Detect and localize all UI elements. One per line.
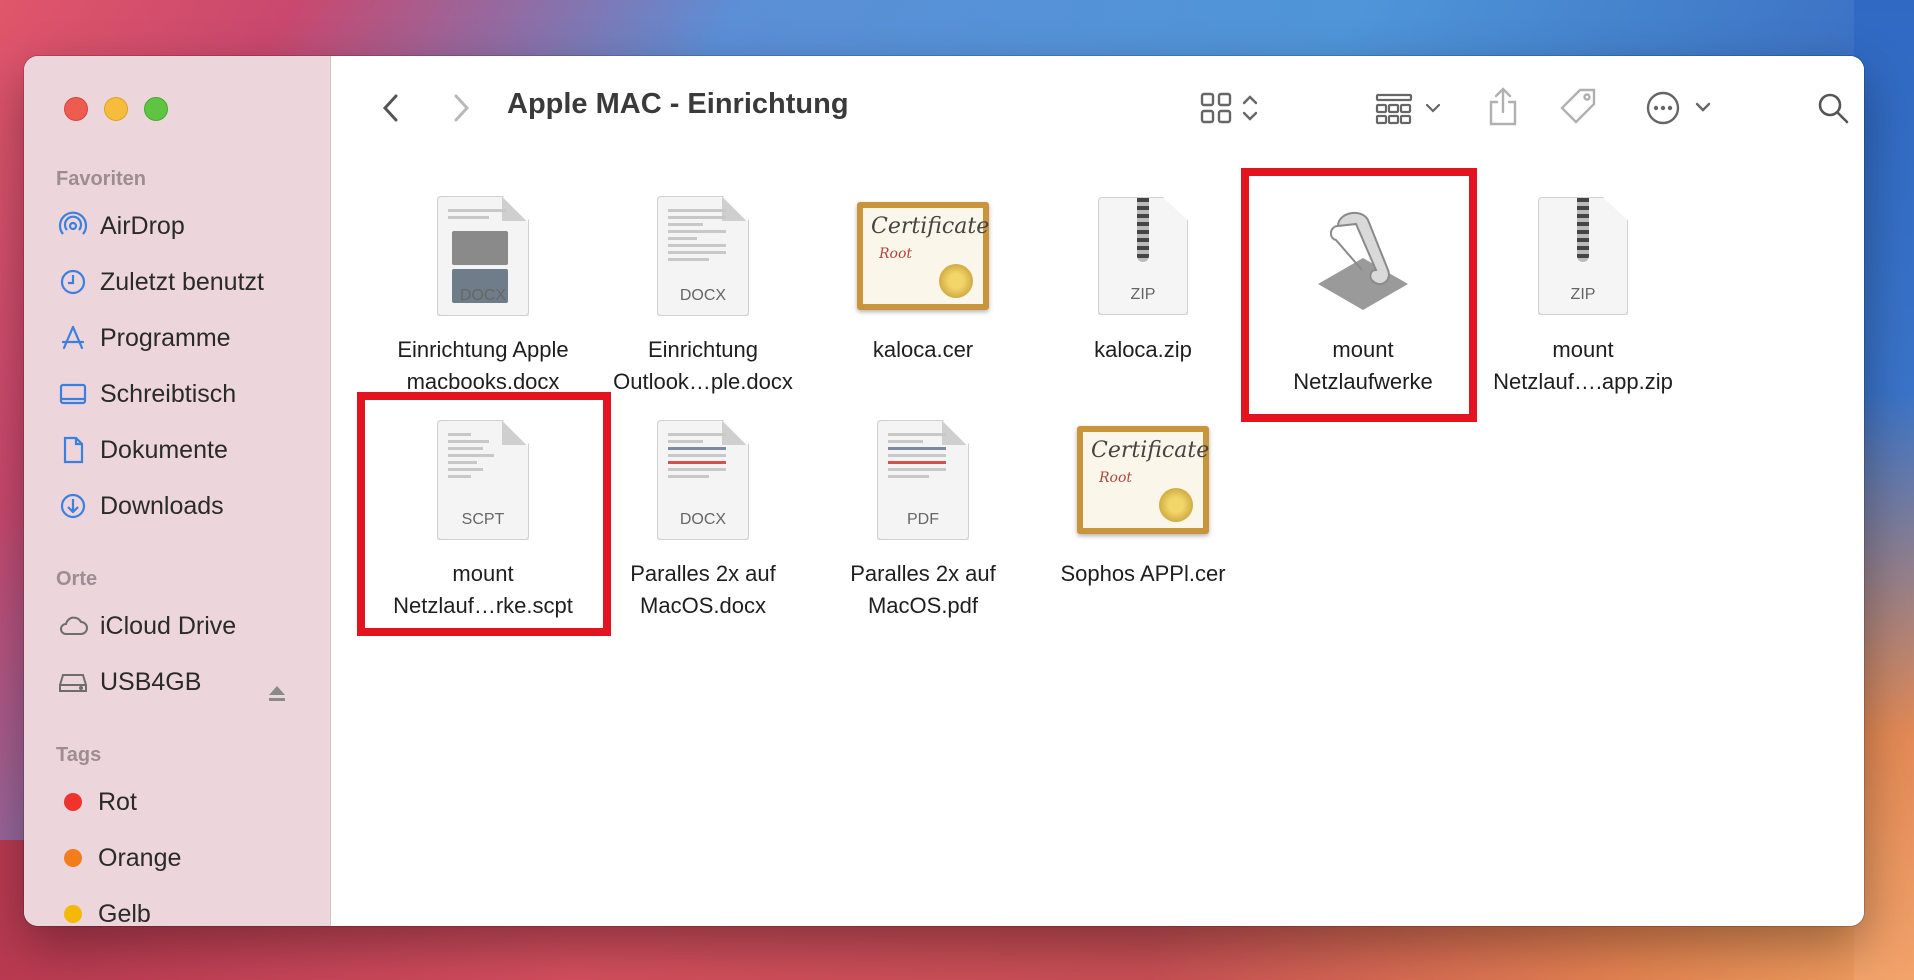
file-name: Einrichtung	[647, 337, 759, 362]
highlight-box-app	[1241, 168, 1477, 422]
sidebar-tag-yellow[interactable]: Gelb	[56, 894, 326, 926]
sidebar: Favoriten AirDrop Zuletzt benutzt Progra…	[24, 56, 331, 926]
zip-archive-icon: ZIP	[1538, 197, 1628, 315]
tags-section-title: Tags	[56, 744, 102, 766]
minimize-window-button[interactable]	[104, 97, 128, 121]
airdrop-icon	[56, 209, 90, 243]
highlight-box-script	[357, 392, 611, 636]
group-button[interactable]	[1371, 86, 1451, 130]
pdf-file-icon: PDF	[877, 420, 969, 540]
sidebar-item-icloud[interactable]: iCloud Drive	[56, 606, 326, 646]
sidebar-item-label: AirDrop	[100, 211, 185, 240]
sidebar-item-label: Rot	[98, 787, 137, 816]
file-name: kaloca.cer	[872, 337, 974, 362]
places-section-title: Orte	[56, 568, 98, 590]
certificate-icon: Certificate Root	[857, 202, 989, 310]
sidebar-item-label: Schreibtisch	[100, 379, 237, 408]
sidebar-item-label: Gelb	[98, 899, 151, 927]
file-name: MacOS.pdf	[867, 593, 979, 618]
search-icon	[1818, 93, 1849, 124]
tag-dot-icon	[64, 849, 82, 867]
close-window-button[interactable]	[64, 97, 88, 121]
file-name: Netzlauf….app.zip	[1493, 369, 1673, 394]
drive-icon	[56, 665, 90, 699]
download-icon	[56, 489, 90, 523]
document-icon	[56, 433, 90, 467]
sidebar-tag-orange[interactable]: Orange	[56, 838, 326, 878]
zoom-window-button[interactable]	[144, 97, 168, 121]
file-name: Einrichtung Apple	[397, 337, 569, 362]
sidebar-item-downloads[interactable]: Downloads	[56, 486, 326, 526]
file-item[interactable]: Certificate Root kaloca.cer	[813, 186, 1033, 366]
eject-icon[interactable]	[266, 682, 288, 704]
toolbar: Apple MAC - Einrichtung	[331, 56, 1864, 160]
docx-file-icon: DOCX	[657, 196, 749, 316]
docx-file-icon: DOCX	[657, 420, 749, 540]
chevron-right-icon	[454, 94, 470, 122]
applications-icon	[56, 321, 90, 355]
finder-window: Favoriten AirDrop Zuletzt benutzt Progra…	[24, 56, 1864, 926]
share-button[interactable]	[1481, 82, 1525, 132]
file-item[interactable]: DOCX Einrichtung Outlook…ple.docx	[593, 186, 813, 398]
icon-grid-icon	[1200, 92, 1258, 124]
sidebar-tag-red[interactable]: Rot	[56, 782, 326, 822]
more-actions-button[interactable]	[1641, 86, 1721, 130]
forward-button[interactable]	[443, 88, 479, 128]
view-mode-button[interactable]	[1193, 86, 1273, 130]
docx-file-icon: DOCX	[437, 196, 529, 316]
file-name: MacOS.docx	[640, 593, 766, 618]
file-item[interactable]: ZIP kaloca.zip	[1033, 186, 1253, 366]
group-icon	[1375, 93, 1441, 125]
file-item[interactable]: DOCX Paralles 2x auf MacOS.docx	[593, 410, 813, 622]
main-content: Apple MAC - Einrichtung DOCX Einrichtung…	[331, 56, 1864, 926]
tag-dot-icon	[64, 793, 82, 811]
file-name: Sophos APPl.cer	[1060, 561, 1226, 586]
sidebar-item-label: Programme	[100, 323, 231, 352]
cloud-icon	[56, 609, 90, 643]
sidebar-item-label: USB4GB	[100, 667, 202, 696]
search-button[interactable]	[1811, 86, 1855, 130]
file-name: Paralles 2x auf	[630, 561, 776, 586]
certificate-icon: Certificate Root	[1077, 426, 1209, 534]
sidebar-item-recent[interactable]: Zuletzt benutzt	[56, 262, 326, 302]
zip-archive-icon: ZIP	[1098, 197, 1188, 315]
sidebar-item-applications[interactable]: Programme	[56, 318, 326, 358]
file-item[interactable]: Certificate Root Sophos APPl.cer	[1033, 410, 1253, 590]
file-name: mount	[1552, 337, 1614, 362]
sidebar-item-label: Zuletzt benutzt	[100, 267, 264, 296]
back-button[interactable]	[373, 88, 409, 128]
sidebar-item-airdrop[interactable]: AirDrop	[56, 206, 326, 246]
file-item[interactable]: PDF Paralles 2x auf MacOS.pdf	[813, 410, 1033, 622]
share-icon	[1489, 87, 1517, 126]
desktop-icon	[56, 377, 90, 411]
file-item[interactable]: DOCX Einrichtung Apple macbooks.docx	[373, 186, 593, 398]
sidebar-item-label: Dokumente	[100, 435, 228, 464]
window-title: Apple MAC - Einrichtung	[507, 88, 849, 120]
sidebar-item-desktop[interactable]: Schreibtisch	[56, 374, 326, 414]
file-name: kaloca.zip	[1094, 337, 1192, 362]
favorites-section-title: Favoriten	[56, 168, 147, 190]
sidebar-item-label: iCloud Drive	[100, 611, 237, 640]
file-name: Outlook…ple.docx	[613, 369, 793, 394]
tag-button[interactable]	[1556, 84, 1602, 130]
sidebar-item-documents[interactable]: Dokumente	[56, 430, 326, 470]
sidebar-item-label: Downloads	[100, 491, 224, 520]
file-name: Paralles 2x auf	[850, 561, 996, 586]
tag-dot-icon	[64, 905, 82, 923]
tag-icon	[1560, 88, 1596, 124]
clock-icon	[56, 265, 90, 299]
chevron-left-icon	[382, 94, 398, 122]
sidebar-item-label: Orange	[98, 843, 182, 872]
file-item[interactable]: ZIP mount Netzlauf….app.zip	[1473, 186, 1693, 398]
ellipsis-circle-icon	[1646, 91, 1711, 125]
